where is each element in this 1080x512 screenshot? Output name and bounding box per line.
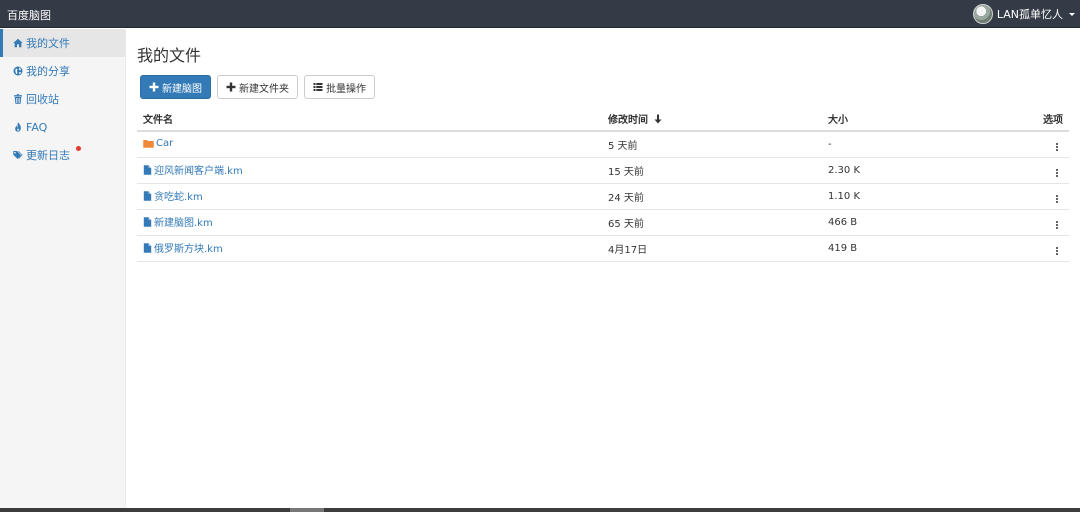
table-row[interactable]: 新建脑图.km 65 天前 466 B bbox=[137, 209, 1069, 236]
more-options-icon[interactable] bbox=[1054, 221, 1060, 229]
user-avatar bbox=[972, 4, 993, 24]
home-icon bbox=[13, 38, 23, 48]
sidebar-item-label: FAQ bbox=[26, 120, 48, 134]
page-title: 我的文件 bbox=[137, 46, 202, 65]
more-options-icon[interactable] bbox=[1054, 169, 1060, 177]
table-header-row: 文件名 修改时间 大小 选项 bbox=[137, 107, 1069, 132]
sidebar-item-changelog[interactable]: 更新日志 bbox=[0, 141, 125, 169]
update-badge-dot bbox=[76, 146, 81, 151]
sidebar-item-label: 我的分享 bbox=[26, 65, 70, 78]
file-name-link[interactable]: 迎风新闻客户端.km bbox=[143, 162, 243, 177]
modified-cell: 4月17日 bbox=[602, 235, 822, 262]
batch-operations-label: 批量操作 bbox=[326, 83, 366, 95]
horizontal-scrollbar[interactable] bbox=[0, 508, 1080, 512]
more-options-icon[interactable] bbox=[1054, 195, 1060, 203]
sidebar-item-label: 我的文件 bbox=[26, 37, 70, 50]
file-icon bbox=[143, 191, 152, 201]
new-mindmap-button[interactable]: 新建脑图 bbox=[140, 75, 211, 99]
file-name-link[interactable]: 新建脑图.km bbox=[143, 214, 213, 229]
file-name-link[interactable]: Car bbox=[143, 138, 173, 149]
trash-icon bbox=[14, 94, 22, 104]
plus-icon bbox=[149, 82, 159, 92]
file-table: 文件名 修改时间 大小 选项 Car 5 天前 - 迎风新闻客户端.km 15 … bbox=[137, 107, 1069, 262]
table-row[interactable]: 迎风新闻客户端.km 15 天前 2.30 K bbox=[137, 157, 1069, 184]
column-header-name[interactable]: 文件名 bbox=[137, 107, 602, 132]
modified-cell: 24 天前 bbox=[602, 183, 822, 210]
file-name-link[interactable]: 俄罗斯方块.km bbox=[143, 240, 223, 255]
app-brand[interactable]: 百度脑图 bbox=[7, 7, 51, 23]
size-cell: 419 B bbox=[822, 235, 1002, 262]
column-header-modified[interactable]: 修改时间 bbox=[602, 107, 822, 132]
user-name: LAN孤单忆人 bbox=[996, 8, 1063, 21]
more-options-icon[interactable] bbox=[1054, 143, 1060, 152]
modified-cell: 5 天前 bbox=[602, 131, 822, 158]
sidebar: 我的文件 我的分享 回收站 FAQ 更新日志 bbox=[0, 29, 126, 508]
sidebar-item-faq[interactable]: FAQ bbox=[0, 113, 125, 141]
tags-icon bbox=[13, 151, 23, 159]
modified-cell: 65 天前 bbox=[602, 209, 822, 236]
table-row[interactable]: 贪吃蛇.km 24 天前 1.10 K bbox=[137, 183, 1069, 210]
sidebar-item-my-shares[interactable]: 我的分享 bbox=[0, 57, 125, 85]
modified-cell: 15 天前 bbox=[602, 157, 822, 184]
file-icon bbox=[143, 243, 152, 253]
scrollbar-thumb[interactable] bbox=[290, 508, 324, 512]
batch-operations-button[interactable]: 批量操作 bbox=[304, 75, 375, 99]
file-icon bbox=[143, 165, 152, 175]
table-row[interactable]: 俄罗斯方块.km 4月17日 419 B bbox=[137, 235, 1069, 262]
new-mindmap-label: 新建脑图 bbox=[162, 83, 202, 95]
size-cell: 1.10 K bbox=[822, 183, 1002, 210]
new-folder-label: 新建文件夹 bbox=[239, 83, 289, 95]
top-navbar: 百度脑图 LAN孤单忆人 bbox=[0, 0, 1080, 28]
folder-icon bbox=[143, 139, 154, 148]
sidebar-item-label: 回收站 bbox=[26, 93, 59, 106]
user-menu[interactable]: LAN孤单忆人 bbox=[972, 4, 1075, 24]
size-cell: 2.30 K bbox=[822, 157, 1002, 184]
file-icon bbox=[143, 217, 152, 227]
globe-icon bbox=[13, 66, 23, 76]
more-options-icon[interactable] bbox=[1054, 247, 1060, 255]
column-header-options: 选项 bbox=[1002, 107, 1069, 132]
plus-icon bbox=[226, 82, 236, 92]
file-name-link[interactable]: 贪吃蛇.km bbox=[143, 188, 203, 203]
sidebar-item-label: 更新日志 bbox=[26, 149, 70, 162]
sidebar-item-trash[interactable]: 回收站 bbox=[0, 85, 125, 113]
size-cell: 466 B bbox=[822, 209, 1002, 236]
table-row[interactable]: Car 5 天前 - bbox=[137, 131, 1069, 158]
size-cell: - bbox=[822, 131, 1002, 158]
sort-down-icon bbox=[654, 114, 662, 124]
new-folder-button[interactable]: 新建文件夹 bbox=[217, 75, 298, 99]
fire-icon bbox=[15, 122, 21, 132]
list-icon bbox=[313, 83, 323, 91]
column-header-size[interactable]: 大小 bbox=[822, 107, 1002, 132]
sidebar-item-my-files[interactable]: 我的文件 bbox=[0, 29, 125, 57]
caret-down-icon bbox=[1069, 12, 1075, 16]
toolbar: 新建脑图 新建文件夹 批量操作 bbox=[140, 75, 375, 99]
